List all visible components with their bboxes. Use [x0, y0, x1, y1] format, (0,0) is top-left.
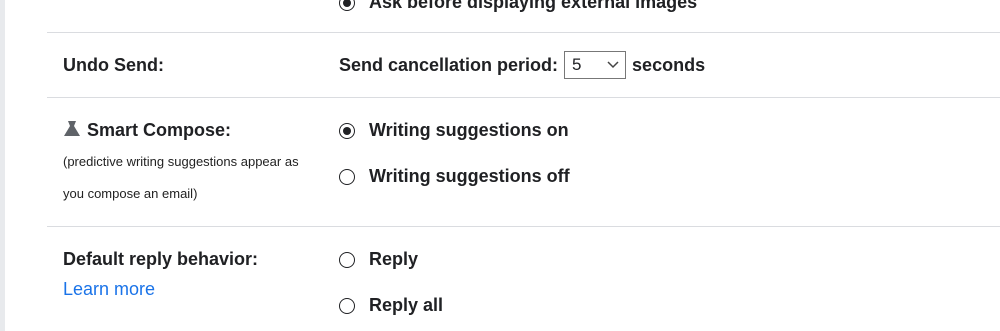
- option-label: Writing suggestions on: [369, 120, 569, 140]
- divider: [47, 97, 1000, 98]
- cancellation-period-value: 5: [572, 55, 582, 74]
- settings-panel: Ask before displaying external images Un…: [0, 0, 1000, 331]
- smart-compose-description: you compose an email): [63, 186, 198, 201]
- undo-send-row: Send cancellation period: 5 seconds: [339, 51, 705, 79]
- divider: [47, 226, 1000, 227]
- radio-writing-suggestions-off[interactable]: Writing suggestions off: [339, 166, 570, 187]
- option-label: Writing suggestions off: [369, 166, 570, 186]
- smart-compose-description: (predictive writing suggestions appear a…: [63, 154, 299, 169]
- radio-button[interactable]: [339, 251, 355, 268]
- radio-button[interactable]: [339, 168, 355, 185]
- radio-button[interactable]: [339, 0, 355, 11]
- default-reply-label: Default reply behavior:: [63, 249, 259, 269]
- smart-compose-title: Smart Compose:: [87, 120, 232, 140]
- learn-more-link[interactable]: Learn more: [63, 279, 155, 300]
- send-cancellation-label: Send cancellation period:: [339, 54, 559, 75]
- option-label: Reply all: [369, 295, 444, 315]
- divider: [47, 32, 1000, 33]
- undo-send-label: Undo Send:: [63, 55, 164, 75]
- seconds-label: seconds: [632, 54, 706, 75]
- left-border: [0, 0, 5, 331]
- cancellation-period-select[interactable]: 5: [564, 51, 627, 79]
- radio-writing-suggestions-on[interactable]: Writing suggestions on: [339, 120, 569, 141]
- radio-reply[interactable]: Reply: [339, 249, 418, 270]
- option-label: Reply: [369, 249, 419, 269]
- smart-compose-label: Smart Compose:: [63, 120, 231, 142]
- radio-reply-all[interactable]: Reply all: [339, 295, 443, 316]
- flask-icon: [63, 120, 81, 142]
- radio-button[interactable]: [339, 122, 355, 139]
- radio-ask-external-images[interactable]: Ask before displaying external images: [339, 0, 697, 13]
- radio-button[interactable]: [339, 297, 355, 314]
- option-label: Ask before displaying external images: [369, 0, 698, 12]
- chevron-down-icon: [607, 61, 619, 69]
